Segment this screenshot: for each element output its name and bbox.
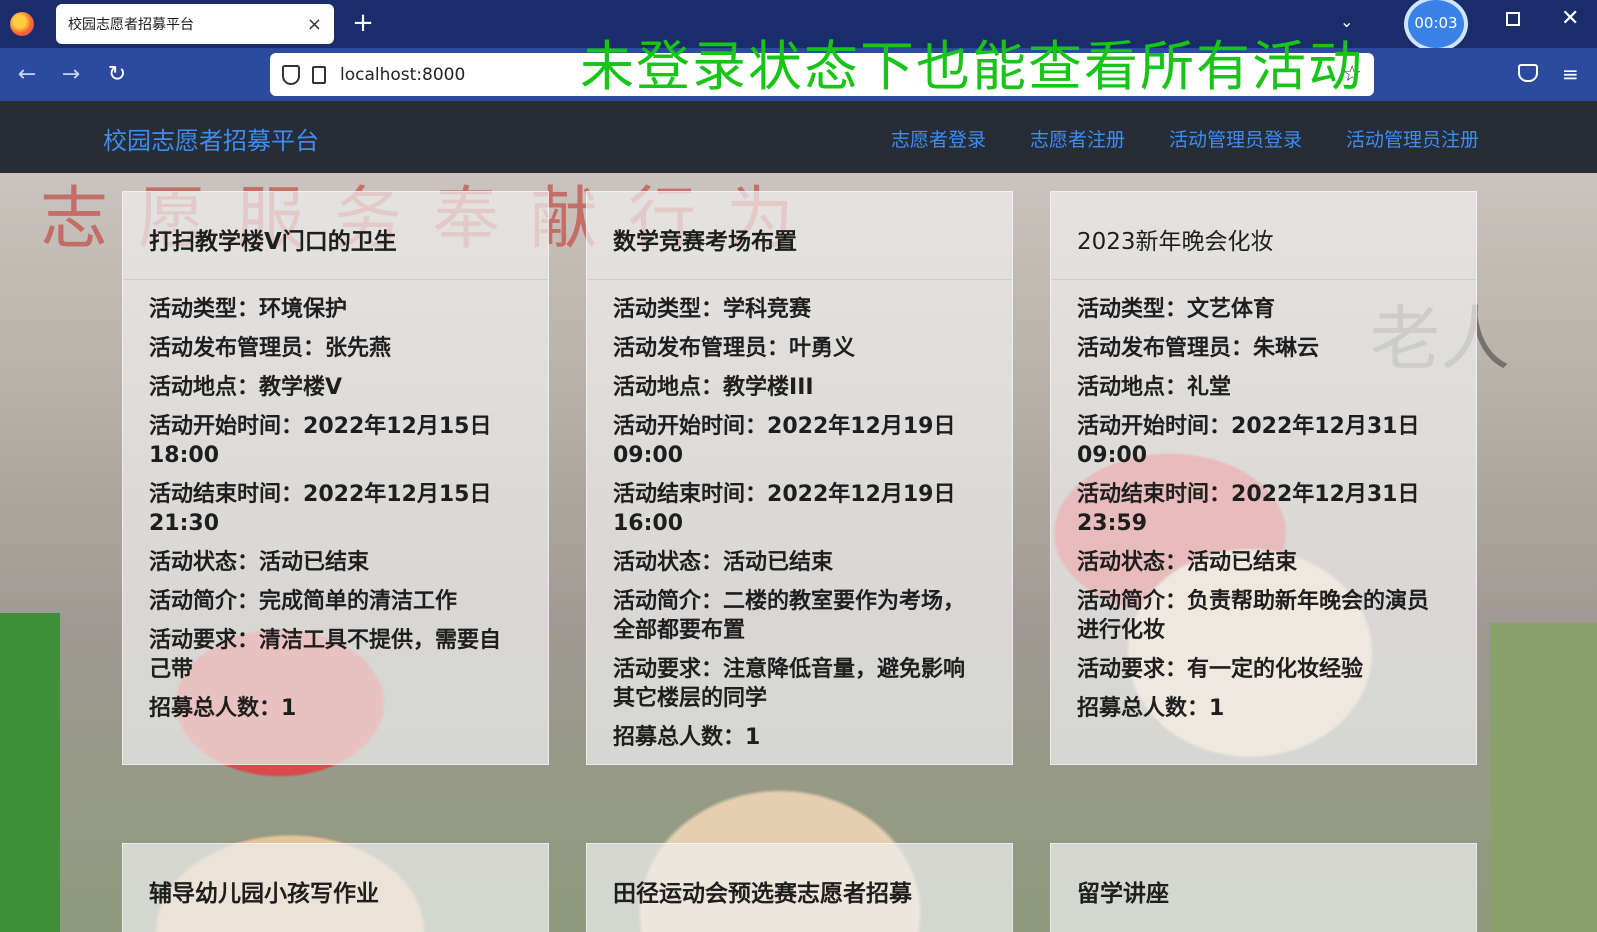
card-divider [587, 279, 1012, 280]
activity-type: 学科竞赛 [723, 297, 812, 322]
field-label: 活动发布管理员： [613, 336, 790, 361]
header-nav: 志愿者登录 志愿者注册 活动管理员登录 活动管理员注册 [891, 125, 1479, 152]
window-restore-icon[interactable] [1506, 12, 1520, 26]
field-label: 活动状态： [1077, 550, 1188, 575]
field-label: 活动要求： [613, 657, 724, 682]
volunteer-login-link[interactable]: 志愿者登录 [891, 125, 986, 152]
field-label: 活动类型： [613, 297, 724, 322]
field-label: 活动状态： [149, 550, 260, 575]
field-label: 活动简介： [1077, 589, 1188, 614]
card-divider [123, 279, 548, 280]
forward-button[interactable]: → [56, 60, 86, 90]
back-button[interactable]: ← [12, 60, 42, 90]
field-label: 活动简介： [149, 589, 260, 614]
activity-title: 辅导幼儿园小孩写作业 [149, 881, 379, 907]
background-foliage [1490, 623, 1597, 932]
field-label: 活动发布管理员： [149, 336, 326, 361]
field-label: 活动要求： [149, 628, 260, 653]
card-divider [1051, 279, 1476, 280]
field-label: 招募总人数： [1077, 696, 1210, 721]
firefox-logo-icon [10, 12, 34, 36]
activity-title: 2023新年晚会化妆 [1077, 229, 1274, 255]
field-label: 招募总人数： [149, 696, 282, 721]
field-label: 活动状态： [613, 550, 724, 575]
app-header: 校园志愿者招募平台 志愿者登录 志愿者注册 活动管理员登录 活动管理员注册 [0, 101, 1597, 173]
field-label: 活动结束时间： [1077, 482, 1232, 507]
field-label: 活动结束时间： [149, 482, 304, 507]
activity-total: 1 [1209, 696, 1225, 721]
activity-details: 活动类型：文艺体育 活动发布管理员：朱琳云 活动地点：礼堂 活动开始时间：202… [1077, 295, 1447, 733]
field-label: 活动结束时间： [613, 482, 768, 507]
activity-location: 礼堂 [1187, 375, 1232, 400]
activity-status: 活动已结束 [1187, 550, 1298, 575]
activity-intro: 完成简单的清洁工作 [259, 589, 458, 614]
activity-details: 活动类型：学科竞赛 活动发布管理员：叶勇义 活动地点：教学楼III 活动开始时间… [613, 295, 983, 762]
field-label: 活动类型： [1077, 297, 1188, 322]
activity-status: 活动已结束 [723, 550, 834, 575]
field-label: 活动地点： [149, 375, 260, 400]
field-label: 活动地点： [1077, 375, 1188, 400]
reload-button[interactable]: ↻ [102, 60, 132, 90]
activity-type: 环境保护 [259, 297, 348, 322]
activity-card[interactable]: 留学讲座 [1050, 843, 1477, 932]
activity-card[interactable]: 田径运动会预选赛志愿者招募 [586, 843, 1013, 932]
activity-location: 教学楼III [723, 375, 814, 400]
field-label: 活动简介： [613, 589, 724, 614]
activity-card[interactable]: 数学竞赛考场布置 活动类型：学科竞赛 活动发布管理员：叶勇义 活动地点：教学楼I… [586, 191, 1013, 765]
activity-details: 活动类型：环境保护 活动发布管理员：张先燕 活动地点：教学楼V 活动开始时间：2… [149, 295, 519, 733]
field-label: 活动地点： [613, 375, 724, 400]
overlay-caption: 未登录状态下也能查看所有活动 [580, 35, 1364, 98]
page-info-icon[interactable] [312, 65, 326, 84]
activity-publisher: 朱琳云 [1253, 336, 1320, 361]
activity-location: 教学楼V [259, 375, 343, 400]
brand-link[interactable]: 校园志愿者招募平台 [103, 121, 319, 156]
activity-card[interactable]: 2023新年晚会化妆 活动类型：文艺体育 活动发布管理员：朱琳云 活动地点：礼堂… [1050, 191, 1477, 765]
menu-icon[interactable]: ≡ [1562, 62, 1579, 86]
activity-requirement: 有一定的化妆经验 [1187, 657, 1364, 682]
tab-title: 校园志愿者招募平台 [68, 17, 194, 33]
pocket-icon[interactable] [1518, 64, 1538, 82]
tab-close-icon[interactable]: × [307, 14, 322, 35]
recording-timer-badge: 00:03 [1404, 0, 1468, 52]
activity-card[interactable]: 打扫教学楼V门口的卫生 活动类型：环境保护 活动发布管理员：张先燕 活动地点：教… [122, 191, 549, 765]
field-label: 活动发布管理员： [1077, 336, 1254, 361]
browser-tab[interactable]: 校园志愿者招募平台 × [56, 4, 334, 44]
activity-publisher: 张先燕 [325, 336, 392, 361]
window-close-icon[interactable]: ✕ [1561, 6, 1579, 31]
activity-type: 文艺体育 [1187, 297, 1276, 322]
field-label: 活动类型： [149, 297, 260, 322]
activity-list: 志愿服务奉献行为 老人 打扫教学楼V门口的卫生 活动类型：环境保护 活动发布管理… [0, 173, 1597, 932]
field-label: 活动要求： [1077, 657, 1188, 682]
volunteer-register-link[interactable]: 志愿者注册 [1030, 125, 1125, 152]
field-label: 活动开始时间： [1077, 414, 1232, 439]
field-label: 招募总人数： [613, 725, 746, 750]
activity-status: 活动已结束 [259, 550, 370, 575]
activity-total: 1 [745, 725, 761, 750]
admin-register-link[interactable]: 活动管理员注册 [1346, 125, 1479, 152]
background-foliage [0, 613, 60, 932]
tracking-shield-icon[interactable] [282, 64, 300, 85]
admin-login-link[interactable]: 活动管理员登录 [1169, 125, 1302, 152]
activity-title: 打扫教学楼V门口的卫生 [149, 229, 397, 255]
activity-title: 田径运动会预选赛志愿者招募 [613, 881, 912, 907]
new-tab-button[interactable]: + [348, 8, 378, 38]
field-label: 活动开始时间： [613, 414, 768, 439]
activity-title: 留学讲座 [1077, 881, 1169, 907]
activity-total: 1 [281, 696, 297, 721]
activity-title: 数学竞赛考场布置 [613, 229, 797, 255]
activity-publisher: 叶勇义 [789, 336, 856, 361]
field-label: 活动开始时间： [149, 414, 304, 439]
activity-card[interactable]: 辅导幼儿园小孩写作业 [122, 843, 549, 932]
